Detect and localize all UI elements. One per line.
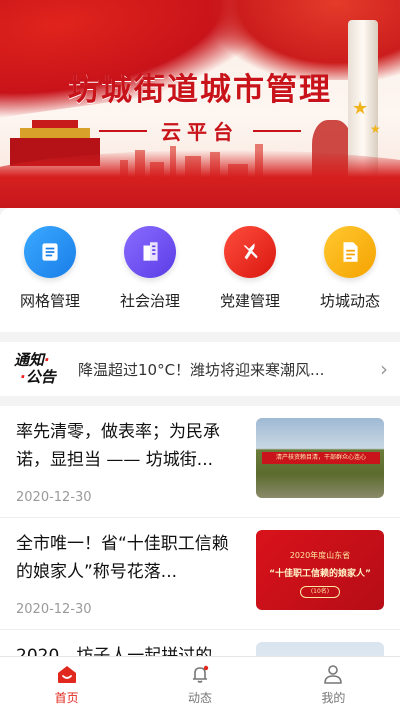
grid-item-party-building[interactable]: 党建管理 (200, 208, 300, 332)
news-thumbnail: 2020年度山东省 “十佳职工信赖的娘家人” (10名) (256, 530, 384, 610)
news-date: 2020-12-30 (16, 490, 92, 505)
list-item[interactable]: 全市唯一！省“十佳职工信赖的娘家人”称号花落... 2020-12-30 202… (0, 518, 400, 630)
notice-badge-line2: 公告 (25, 368, 56, 386)
news-list: 率先清零，做表率；为民承诺，显担当 —— 坊城街... 2020-12-30 清… (0, 406, 400, 656)
news-thumbnail: 清产核资赖目清，干部群众心连心 (256, 418, 384, 498)
notice-badge-line1: 通知 (14, 351, 45, 369)
divider (253, 129, 301, 132)
grid-item-fangcheng-news[interactable]: 坊城动态 (300, 208, 400, 332)
grid-item-network-management[interactable]: 网格管理 (0, 208, 100, 332)
news-title: 率先清零，做表率；为民承诺，显担当 —— 坊城街... (16, 422, 220, 470)
banner-subtitle-row: 云平台 (0, 116, 400, 145)
user-icon (324, 665, 343, 684)
thumbnail-caption: (10名) (300, 586, 340, 598)
header-banner: ★ ★ 坊城街道城市管理 云平台 (0, 0, 400, 208)
bell-icon (192, 665, 209, 683)
banner-title: 坊城街道城市管理 (68, 72, 332, 108)
thumbnail-caption: 清产核资赖目清，干部群众心连心 (262, 452, 380, 464)
notice-badge: 通知· ·公告 (14, 351, 56, 386)
party-emblem-icon (224, 226, 276, 278)
thumbnail-caption: “十佳职工信赖的娘家人” (269, 569, 371, 579)
tab-dynamics[interactable]: 动态 (133, 657, 266, 711)
grid-list-icon (24, 226, 76, 278)
tab-label: 动态 (187, 691, 212, 705)
home-icon (57, 666, 76, 683)
grid-item-label: 网格管理 (19, 292, 80, 310)
tab-label: 首页 (54, 691, 79, 705)
tab-mine[interactable]: 我的 (267, 657, 400, 711)
divider (99, 129, 147, 132)
grid-item-label: 党建管理 (219, 292, 280, 310)
grid-item-label: 社会治理 (119, 292, 180, 310)
bottom-tab-bar: 首页 动态 我的 (0, 656, 400, 711)
list-item[interactable]: 率先清零，做表率；为民承诺，显担当 —— 坊城街... 2020-12-30 清… (0, 406, 400, 518)
news-date: 2020-12-30 (16, 602, 92, 617)
chevron-right-icon: › (380, 357, 388, 381)
news-title: 2020，坊子人一起拼过的 (16, 646, 213, 656)
tab-home[interactable]: 首页 (0, 657, 133, 711)
news-text: 2020，坊子人一起拼过的 (16, 642, 256, 656)
tab-label: 我的 (321, 691, 346, 705)
building-icon (124, 226, 176, 278)
ribbon-decoration (0, 150, 400, 208)
banner-subtitle: 云平台 (161, 120, 239, 144)
thumbnail-caption: 2020年度山东省 (289, 551, 351, 560)
list-item[interactable]: 2020，坊子人一起拼过的 (0, 630, 400, 656)
grid-item-label: 坊城动态 (319, 292, 380, 310)
function-grid: 网格管理 社会治理 党建管理 坊城动态 (0, 208, 400, 332)
news-text: 全市唯一！省“十佳职工信赖的娘家人”称号花落... 2020-12-30 (16, 530, 256, 629)
notice-bar[interactable]: 通知· ·公告 降温超过10°C！潍坊将迎来寒潮风... › (0, 342, 400, 396)
news-text: 率先清零，做表率；为民承诺，显担当 —— 坊城街... 2020-12-30 (16, 418, 256, 517)
news-thumbnail (256, 642, 384, 656)
document-icon (324, 226, 376, 278)
notice-text: 降温超过10°C！潍坊将迎来寒潮风... (78, 360, 325, 379)
news-title: 全市唯一！省“十佳职工信赖的娘家人”称号花落... (16, 534, 229, 582)
grid-item-social-governance[interactable]: 社会治理 (100, 208, 200, 332)
